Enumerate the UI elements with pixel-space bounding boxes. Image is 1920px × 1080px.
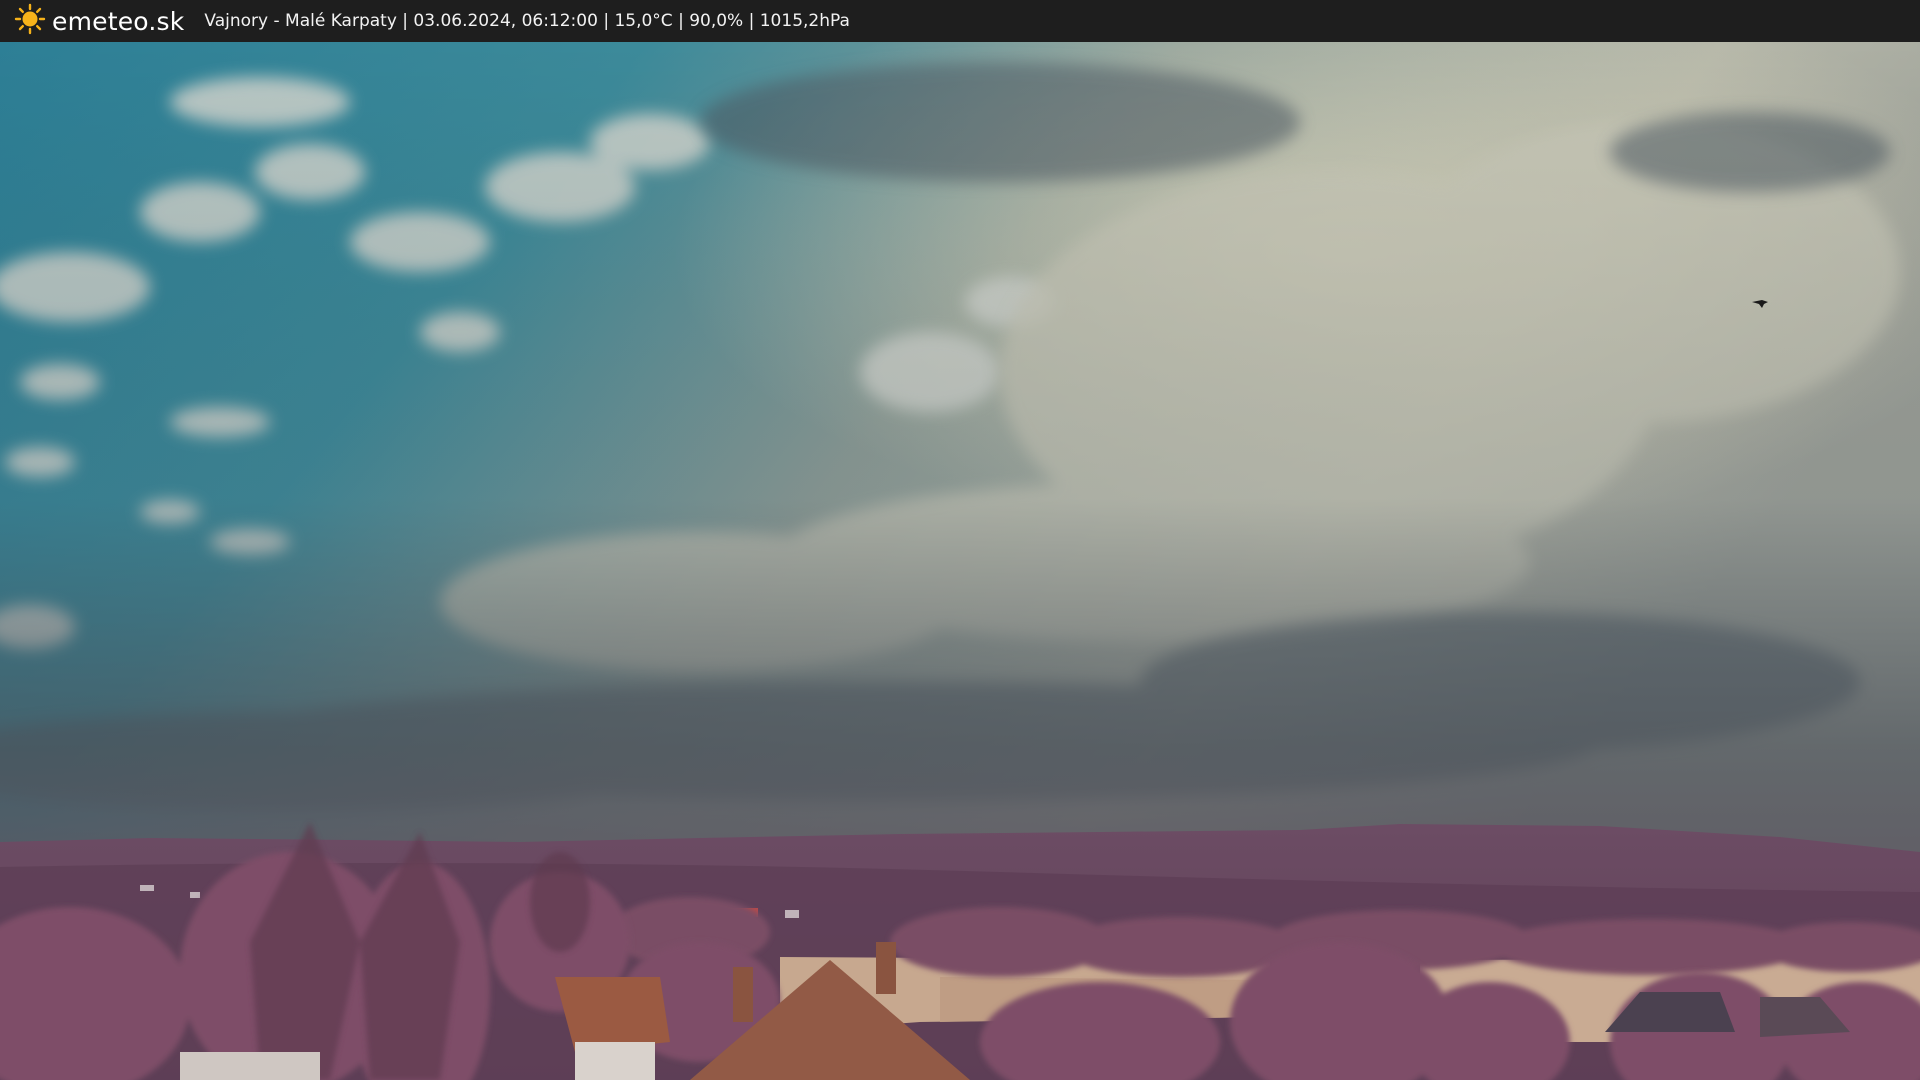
webcam-image [0,42,1920,1080]
header-bar: emeteo.sk Vajnory - Malé Karpaty | 03.06… [0,0,1920,42]
sun-icon [14,3,46,39]
camera-caption: Vajnory - Malé Karpaty | 03.06.2024, 06:… [204,11,850,31]
brand-name: emeteo.sk [52,6,185,36]
logo[interactable]: emeteo.sk [14,3,184,39]
